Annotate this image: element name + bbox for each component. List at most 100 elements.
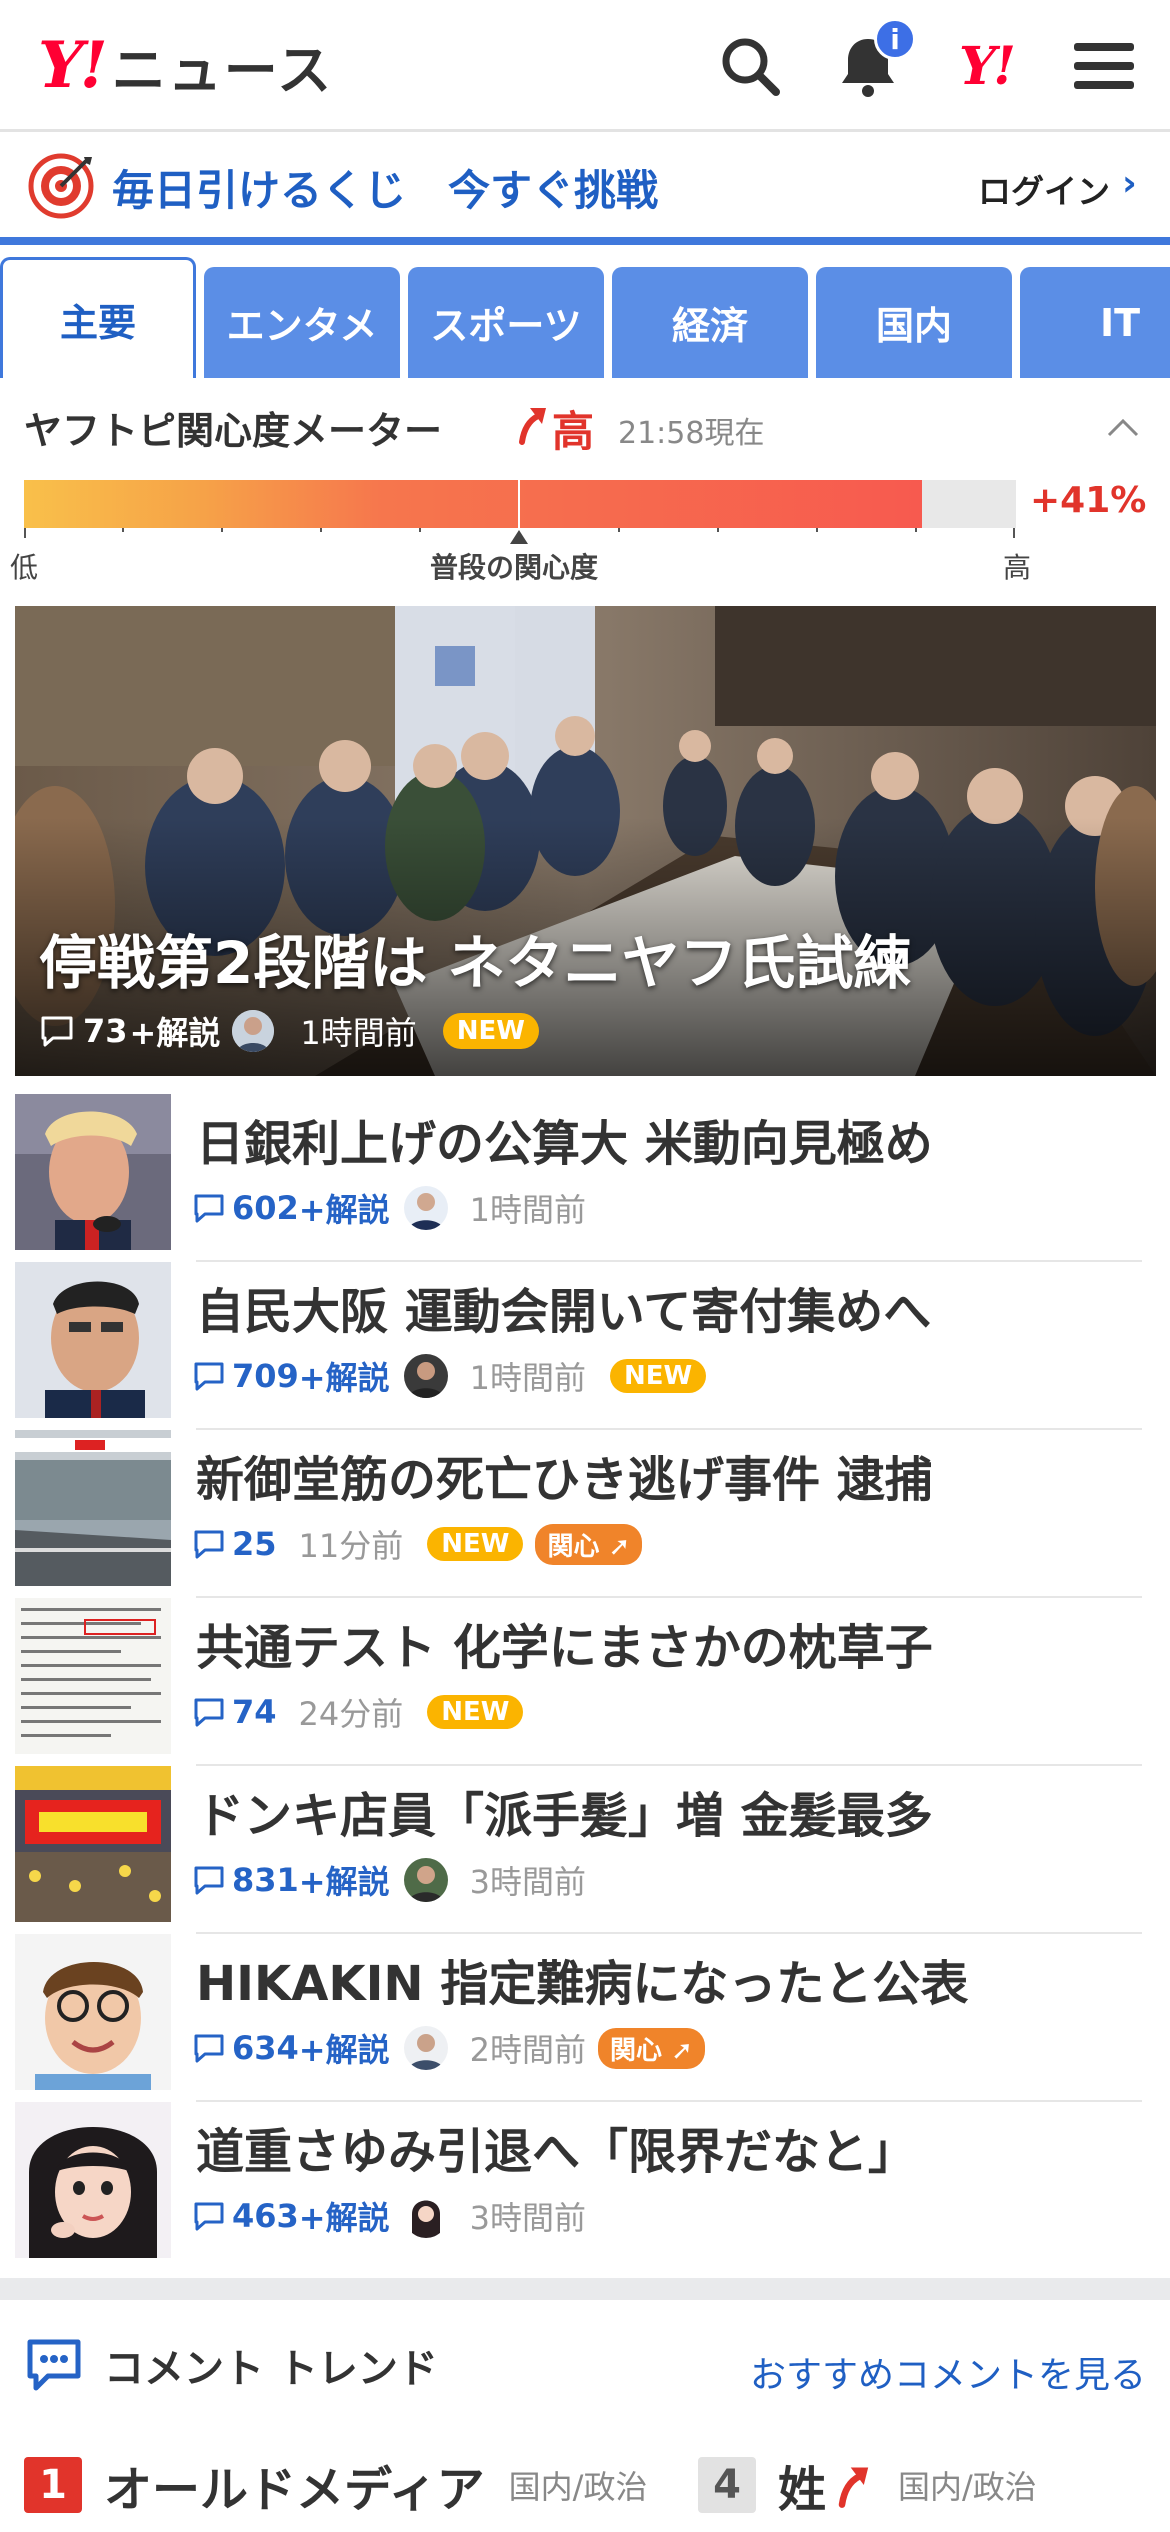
avatar — [403, 1186, 448, 1230]
hero-headline[interactable]: 停戦第2段階は ネタニヤフ氏試練 — [39, 916, 912, 1000]
meter-high-label: 高 — [1003, 551, 1032, 584]
comment-count: 74 — [232, 1693, 277, 1731]
rank-keyword: オールドメディア — [104, 2462, 485, 2518]
list-item[interactable]: HIKAKIN 指定難病になったと公表 634 +解説 2時間前 関心 ➚ — [0, 1934, 1170, 2102]
comment-trend-title: コメント トレンド — [104, 2346, 438, 2392]
interest-badge-label: 関心 — [547, 1531, 600, 1562]
rank-category: 国内/政治 — [508, 2468, 648, 2506]
article-meta: 74 24分前 NEW — [192, 1690, 524, 1734]
tab-domestic[interactable]: 国内 — [816, 267, 1012, 378]
list-item[interactable]: ドンキ店員「派手髪」増 金髪最多 831 +解説 3時間前 — [0, 1766, 1170, 1934]
recommended-comments-link[interactable]: おすすめコメントを見る — [750, 2346, 1146, 2398]
notification-badge: i — [874, 18, 916, 60]
tab-entertainment[interactable]: エンタメ — [204, 267, 400, 378]
article-timestamp: 1時間前 — [469, 1191, 586, 1229]
chevron-right-icon: › — [1122, 163, 1137, 204]
yahoo-news-logo[interactable]: Y! ニュース — [38, 27, 333, 103]
article-thumbnail — [15, 1430, 171, 1586]
comment-icon — [194, 1866, 224, 1895]
comment-trend-icon — [27, 2339, 81, 2391]
rank-number: 4 — [698, 2457, 756, 2513]
article-meta: 634 +解説 2時間前 関心 ➚ — [192, 2026, 705, 2070]
rank-number: 1 — [24, 2457, 82, 2513]
article-timestamp: 3時間前 — [469, 1863, 586, 1901]
hero-article[interactable]: 停戦第2段階は ネタニヤフ氏試練 73 +解説 1時間前 NEW — [15, 606, 1156, 1076]
challenge-now-text[interactable]: 今すぐ挑戦 — [448, 157, 658, 218]
hamburger-menu-icon[interactable] — [1066, 28, 1142, 104]
article-thumbnail — [15, 2102, 171, 2258]
article-timestamp: 1時間前 — [469, 1359, 586, 1397]
new-badge: NEW — [427, 1527, 524, 1561]
meter-title: ヤフトピ関心度メーター — [24, 409, 443, 453]
article-title[interactable]: 自民大阪 運動会開いて寄付集めへ — [196, 1272, 931, 1342]
hero-comment-count: 73 — [83, 1012, 128, 1050]
list-item[interactable]: 共通テスト 化学にまさかの枕草子 74 24分前 NEW — [0, 1598, 1170, 1766]
comment-icon — [41, 1016, 73, 1047]
logo-news-text: ニュース — [111, 38, 334, 102]
article-timestamp: 3時間前 — [469, 2199, 586, 2237]
trend-rank-item[interactable]: 4 姓 国内/政治 — [698, 2450, 1037, 2520]
comment-count: 831 — [232, 1861, 299, 1899]
login-link[interactable]: ログイン — [978, 165, 1110, 213]
comment-icon — [194, 1362, 224, 1391]
avatar — [232, 1010, 275, 1052]
rank-category: 国内/政治 — [898, 2468, 1037, 2506]
comment-count: 634 — [232, 2029, 299, 2067]
section-separator — [0, 2278, 1170, 2300]
lottery-promo-bar[interactable]: 毎日引けるくじ 今すぐ挑戦 ログイン › — [0, 135, 1170, 237]
comment-icon — [194, 2202, 224, 2231]
target-icon — [28, 153, 94, 219]
article-timestamp: 2時間前 — [469, 2031, 586, 2069]
tab-it[interactable]: IT — [1020, 267, 1170, 378]
yahoo-logo-mark: Y! — [38, 27, 108, 103]
list-item[interactable]: 日銀利上げの公算大 米動向見極め 602 +解説 1時間前 — [0, 1094, 1170, 1262]
interest-badge: 関心 ➚ — [535, 1523, 643, 1565]
category-tabs: 主要 エンタメ スポーツ 経済 国内 IT — [0, 237, 1170, 378]
article-title[interactable]: 新御堂筋の死亡ひき逃げ事件 逮捕 — [196, 1440, 933, 1510]
article-title[interactable]: ドンキ店員「派手髪」増 金髪最多 — [196, 1776, 933, 1846]
meter-bar — [24, 480, 1016, 528]
tab-sports[interactable]: スポーツ — [408, 267, 604, 378]
hero-photo — [15, 606, 1156, 1076]
rank-keyword: 姓 — [778, 2462, 827, 2518]
avatar — [403, 1858, 448, 1902]
interest-badge-label: 関心 — [610, 2035, 663, 2066]
article-meta: 25 11分前 NEW 関心 ➚ — [192, 1522, 643, 1566]
article-timestamp: 24分前 — [298, 1695, 404, 1733]
kaisetsu-label: +解説 — [298, 2031, 390, 2069]
collapse-chevron-icon[interactable] — [1106, 415, 1140, 439]
interest-badge: 関心 ➚ — [598, 2027, 705, 2069]
list-item[interactable]: 道重さゆみ引退へ「限界だなと」 463 +解説 3時間前 — [0, 2102, 1170, 2270]
article-meta: 709 +解説 1時間前 NEW — [192, 1354, 707, 1398]
meter-percent: +41% — [1030, 480, 1147, 521]
article-title[interactable]: 道重さゆみ引退へ「限界だなと」 — [196, 2112, 916, 2182]
avatar — [403, 1354, 448, 1398]
trend-rank-item[interactable]: 1 オールドメディア 国内/政治 — [24, 2450, 647, 2520]
article-thumbnail — [15, 1766, 171, 1922]
article-title[interactable]: HIKAKIN 指定難病になったと公表 — [196, 1944, 968, 2014]
meter-bar-fill — [24, 480, 922, 528]
article-title[interactable]: 日銀利上げの公算大 米動向見極め — [196, 1104, 933, 1174]
new-badge: NEW — [427, 1695, 524, 1729]
average-triangle-marker — [510, 530, 528, 544]
notification-bell-icon[interactable]: i — [830, 18, 916, 104]
avatar — [403, 2026, 448, 2070]
list-item[interactable]: 新御堂筋の死亡ひき逃げ事件 逮捕 25 11分前 NEW 関心 ➚ — [0, 1430, 1170, 1598]
search-icon[interactable] — [712, 28, 788, 104]
new-badge: NEW — [610, 1359, 707, 1393]
tab-economy[interactable]: 経済 — [612, 267, 808, 378]
rising-arrow-icon — [519, 408, 546, 445]
comment-icon — [194, 1530, 224, 1559]
comment-count: 602 — [232, 1189, 299, 1227]
comment-icon — [194, 1698, 224, 1727]
article-title[interactable]: 共通テスト 化学にまさかの枕草子 — [196, 1608, 933, 1678]
article-meta: 463 +解説 3時間前 — [192, 2194, 586, 2238]
kaisetsu-label: +解説 — [298, 1359, 390, 1397]
yahoo-top-icon[interactable]: Y! — [948, 28, 1024, 104]
comment-count: 25 — [232, 1525, 277, 1563]
meter-level: 高 — [552, 407, 595, 456]
lottery-text[interactable]: 毎日引けるくじ — [112, 157, 406, 218]
comment-count: 463 — [232, 2197, 299, 2235]
tab-main[interactable]: 主要 — [0, 257, 196, 378]
list-item[interactable]: 自民大阪 運動会開いて寄付集めへ 709 +解説 1時間前 NEW — [0, 1262, 1170, 1430]
